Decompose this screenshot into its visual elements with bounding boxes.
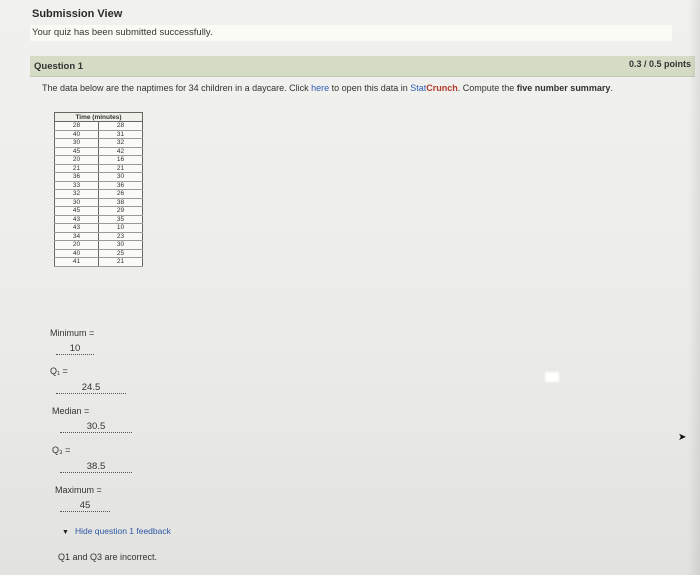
statcrunch-brand: StatCrunch <box>410 83 458 93</box>
table-cell: 43 <box>54 215 99 224</box>
triangle-down-icon: ▼ <box>62 529 69 536</box>
maximum-label: Maximum = <box>55 485 102 495</box>
open-data-link[interactable]: here <box>311 83 329 93</box>
table-cell: 30 <box>97 172 144 182</box>
table-cell: 41 <box>54 257 99 267</box>
table-row: 45 42 <box>54 147 144 156</box>
minimum-label: Minimum = <box>50 328 95 338</box>
table-row: 43 35 <box>54 215 144 224</box>
q1-label: Q₁ = <box>50 366 68 376</box>
screen-edge-shadow <box>688 0 700 575</box>
table-cell: 10 <box>97 223 144 233</box>
table-row: 36 30 <box>54 172 144 182</box>
table-cell: 45 <box>54 206 99 216</box>
question-header: Question 1 0.3 / 0.5 points <box>30 56 695 77</box>
success-message: Your quiz has been submitted successfull… <box>30 25 672 41</box>
table-cell: 35 <box>97 215 144 224</box>
table-cell: 40 <box>54 249 99 258</box>
median-label: Median = <box>52 406 90 416</box>
table-cell: 36 <box>54 172 99 182</box>
mouse-cursor-icon: ➤ <box>678 432 687 443</box>
table-row: 41 21 <box>54 257 144 267</box>
table-cell: 32 <box>97 138 144 148</box>
question-points: 0.3 / 0.5 points <box>628 59 691 69</box>
table-cell: 33 <box>54 181 99 190</box>
table-cell: 21 <box>54 164 99 173</box>
table-row: 30 32 <box>54 138 144 148</box>
table-row: 20 16 <box>54 155 144 165</box>
q1-value: 24.5 <box>56 382 126 394</box>
table-row: 33 36 <box>54 181 144 190</box>
table-cell: 34 <box>54 232 99 241</box>
median-value: 30.5 <box>60 421 132 433</box>
table-cell: 30 <box>54 198 99 207</box>
page-title: Submission View <box>32 8 123 20</box>
hide-feedback-toggle[interactable]: ▼ Hide question 1 feedback <box>62 526 171 536</box>
table-cell: 38 <box>97 198 144 207</box>
table-cell: 16 <box>97 155 144 165</box>
table-row: 30 38 <box>54 198 144 207</box>
table-row: 20 30 <box>54 240 144 250</box>
table-cell: 43 <box>54 223 99 233</box>
table-cell: 21 <box>97 164 144 173</box>
table-row: 21 21 <box>54 164 144 173</box>
q3-label: Q₃ = <box>52 445 71 455</box>
table-cell: 42 <box>97 147 144 156</box>
table-row: 32 26 <box>54 189 144 199</box>
table-cell: 28 <box>97 121 144 131</box>
table-cell: 31 <box>97 130 144 139</box>
table-cell: 32 <box>54 189 99 199</box>
question-prompt: The data below are the naptimes for 34 c… <box>42 83 613 93</box>
table-row: 40 31 <box>54 130 144 139</box>
table-header: Time (minutes) <box>54 112 143 122</box>
minimum-value: 10 <box>56 343 94 355</box>
table-cell: 29 <box>97 206 144 216</box>
table-cell: 45 <box>54 147 99 156</box>
maximum-value: 45 <box>60 500 110 512</box>
table-cell: 28 <box>54 121 99 131</box>
table-row: 45 29 <box>54 206 144 216</box>
feedback-text: Q1 and Q3 are incorrect. <box>58 552 158 562</box>
table-cell: 20 <box>54 240 99 250</box>
table-row: 43 10 <box>54 223 144 233</box>
table-cell: 25 <box>97 249 144 258</box>
q3-value: 38.5 <box>60 461 132 473</box>
table-cell: 30 <box>54 138 99 148</box>
screen-glare <box>545 372 559 382</box>
table-cell: 36 <box>97 181 144 190</box>
table-cell: 40 <box>54 130 99 139</box>
data-table: Time (minutes) 28 28 40 31 30 32 45 42 20 16 21 21 3… <box>54 112 144 267</box>
table-row: 28 28 <box>54 121 144 131</box>
table-cell: 21 <box>97 257 144 267</box>
table-cell: 20 <box>54 155 99 165</box>
table-cell: 30 <box>97 240 144 250</box>
question-title: Question 1 <box>34 61 84 72</box>
table-cell: 23 <box>97 232 144 241</box>
table-row: 34 23 <box>54 232 144 241</box>
table-cell: 26 <box>97 189 144 199</box>
table-row: 40 25 <box>54 249 144 258</box>
